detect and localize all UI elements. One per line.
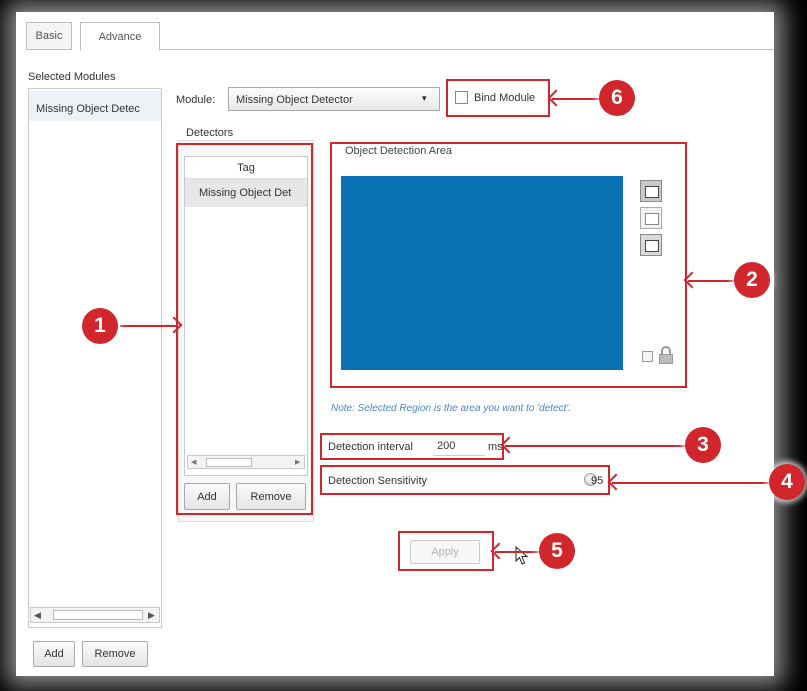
callout-4-badge: 4 bbox=[769, 464, 805, 500]
callout-6-arrow bbox=[552, 98, 600, 100]
detection-area-canvas[interactable] bbox=[341, 176, 623, 370]
scroll-left-icon[interactable]: ◀ bbox=[34, 610, 41, 621]
apply-button[interactable]: Apply bbox=[410, 540, 480, 564]
tab-basic[interactable]: Basic bbox=[26, 22, 72, 50]
bind-module-label: Bind Module bbox=[474, 92, 536, 104]
lock-icon bbox=[658, 346, 674, 364]
callout-3-arrow bbox=[505, 445, 689, 447]
callout-5-arrow bbox=[495, 551, 539, 553]
scroll-right-icon[interactable]: ▶ bbox=[148, 610, 155, 621]
selected-modules-scrollbar[interactable]: ◀ ▶ bbox=[30, 607, 160, 623]
callout-2-arrow bbox=[688, 280, 736, 282]
detection-area-note: Note: Selected Region is the area you wa… bbox=[331, 403, 572, 414]
callout-1-box bbox=[176, 143, 313, 515]
callout-1-badge: 1 bbox=[82, 308, 118, 344]
bind-module-checkbox[interactable] bbox=[455, 91, 468, 104]
object-detection-area-title: Object Detection Area bbox=[343, 145, 455, 157]
selected-modules-list[interactable]: Missing Object Detec bbox=[28, 88, 162, 628]
callout-6-badge: 6 bbox=[599, 80, 635, 116]
detection-interval-unit: ms bbox=[488, 441, 503, 453]
region-erase-icon[interactable] bbox=[640, 234, 662, 256]
detection-interval-input[interactable]: 200 bbox=[433, 437, 485, 456]
detection-interval-value: 200 bbox=[437, 440, 456, 452]
module-dropdown[interactable]: Missing Object Detector ▾ bbox=[228, 87, 440, 111]
sensitivity-value: 95 bbox=[591, 475, 604, 487]
mouse-cursor-icon bbox=[515, 546, 529, 565]
add-module-button[interactable]: Add bbox=[33, 641, 75, 667]
module-dropdown-value: Missing Object Detector bbox=[236, 94, 353, 106]
tab-basic-label: Basic bbox=[35, 30, 63, 42]
tab-divider bbox=[160, 49, 774, 50]
rectangle-select-icon[interactable] bbox=[640, 180, 662, 202]
lock-checkbox[interactable] bbox=[642, 351, 653, 362]
detection-interval-label: Detection interval bbox=[328, 441, 413, 453]
detection-sensitivity-label: Detection Sensitivity bbox=[328, 475, 428, 487]
scrollbar-thumb[interactable] bbox=[53, 610, 143, 620]
callout-3-badge: 3 bbox=[685, 427, 721, 463]
chevron-down-icon[interactable]: ▾ bbox=[422, 93, 427, 104]
callout-5-badge: 5 bbox=[539, 533, 575, 569]
tab-advance-label: Advance bbox=[98, 30, 142, 43]
tab-advance[interactable]: Advance bbox=[80, 22, 160, 51]
callout-4-arrow bbox=[612, 482, 772, 484]
rectangle-outline-icon[interactable] bbox=[640, 207, 662, 229]
callout-1-arrow bbox=[120, 325, 178, 327]
detectors-title: Detectors bbox=[186, 127, 234, 139]
remove-module-button[interactable]: Remove bbox=[82, 641, 148, 667]
list-item[interactable]: Missing Object Detec bbox=[36, 103, 160, 115]
module-label: Module: bbox=[176, 94, 216, 106]
selected-modules-title: Selected Modules bbox=[28, 71, 116, 83]
callout-2-badge: 2 bbox=[734, 262, 770, 298]
